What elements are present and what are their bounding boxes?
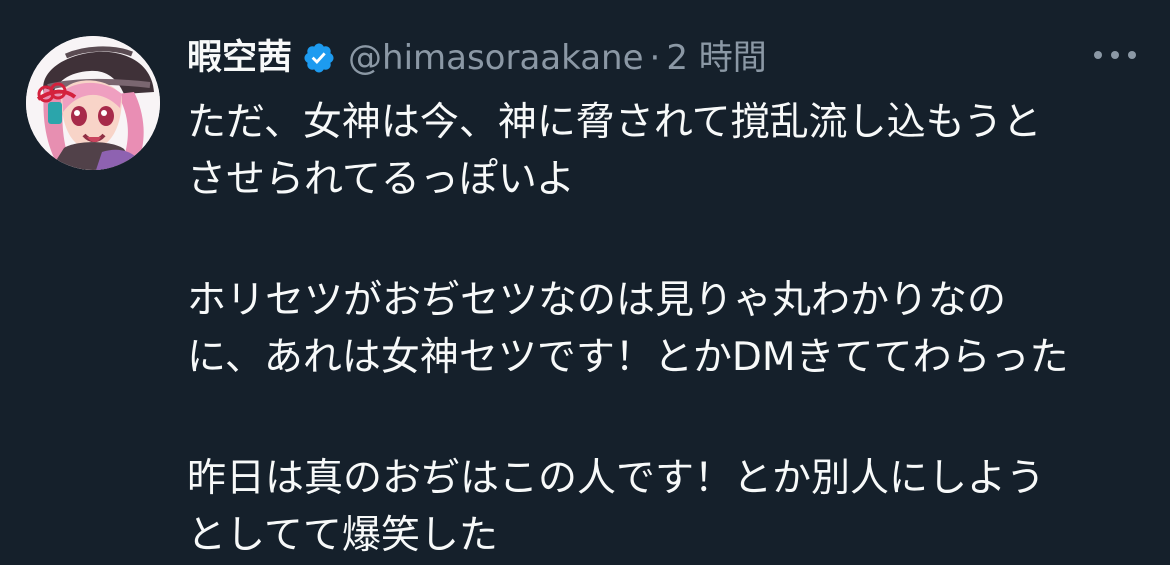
tweet-text-line: ただ、女神は今、神に脅されて撹乱流し込もうと	[187, 100, 1042, 145]
more-options-icon[interactable]	[1094, 46, 1136, 64]
author-handle[interactable]: @himasoraakane	[348, 32, 644, 84]
verified-badge-icon	[302, 41, 336, 75]
tweet-text-line: 昨日は真のおぢはこの人です！とか別人にしよう	[187, 456, 1046, 501]
more-dot-icon	[1111, 51, 1119, 59]
tweet-text-line: ホリセツがおぢセツなのは見りゃ丸わかりなの	[187, 278, 1007, 323]
tweet-text-line: としてて爆笑した	[187, 513, 498, 558]
profile-avatar[interactable]	[26, 36, 160, 170]
tweet-card[interactable]: 暇空茜 @himasoraakane · 2 時間 ただ、女神は今、神に脅されて…	[0, 0, 1170, 565]
timestamp-separator: ·	[649, 38, 661, 78]
tweet-text: ただ、女神は今、神に脅されて撹乱流し込もうと させられてるっぽいよ ホリセツがお…	[187, 94, 1137, 564]
tweet-header: 暇空茜 @himasoraakane · 2 時間	[187, 32, 767, 84]
tweet-text-line: させられてるっぽいよ	[187, 157, 576, 202]
profile-avatar-icon	[26, 36, 160, 170]
more-dot-icon	[1094, 51, 1102, 59]
author-display-name[interactable]: 暇空茜	[187, 32, 292, 84]
tweet-text-line: に、あれは女神セツです！とかDMきててわらった	[187, 335, 1069, 380]
more-dot-icon	[1128, 51, 1136, 59]
tweet-timestamp[interactable]: 2 時間	[666, 32, 766, 84]
